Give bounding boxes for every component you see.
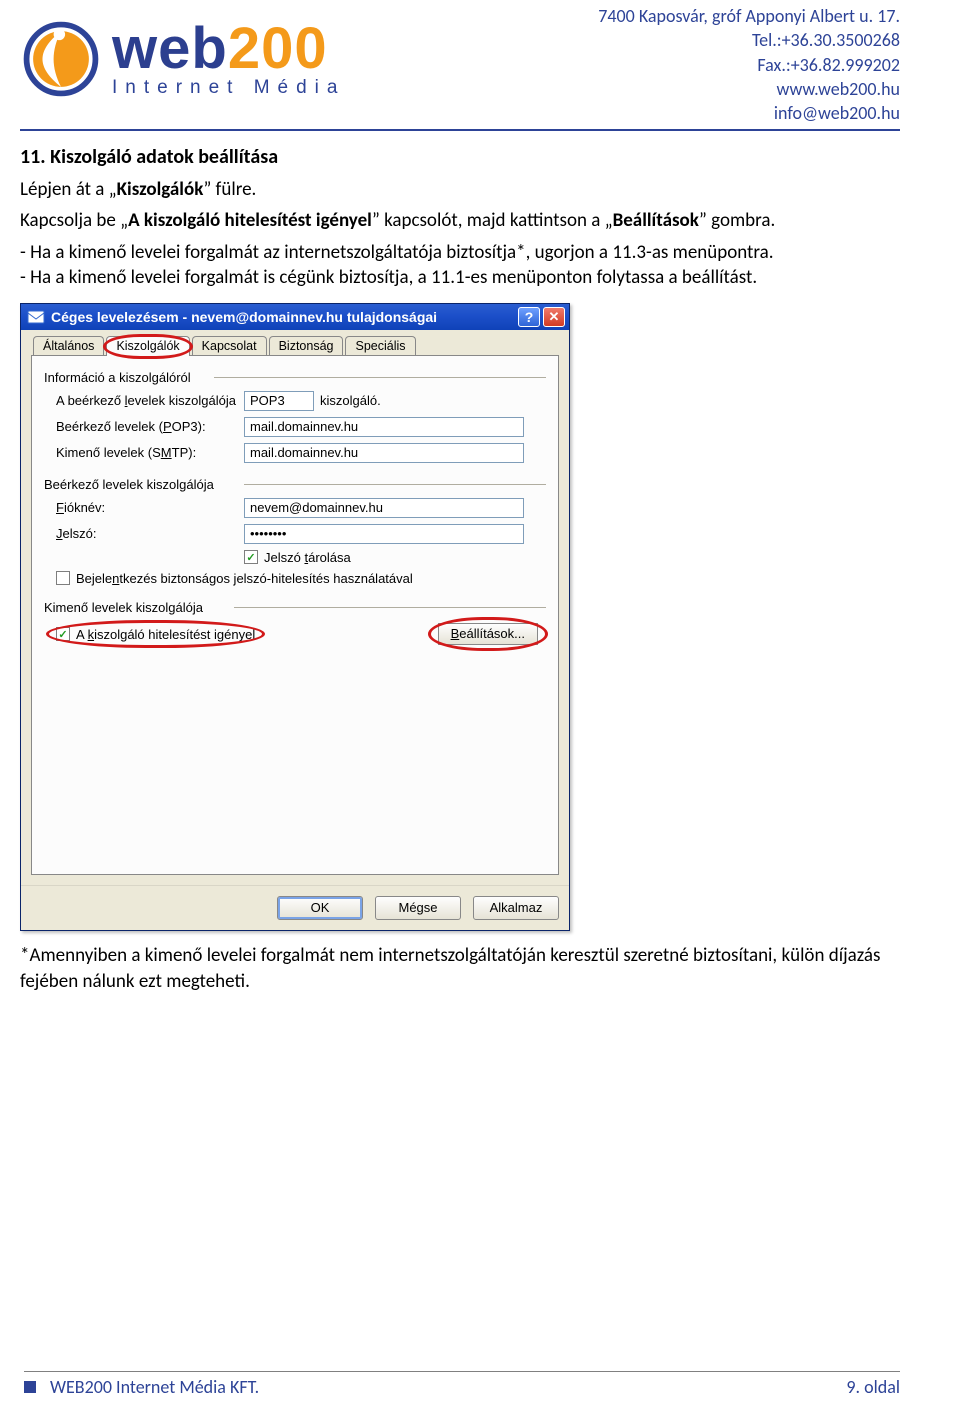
- spa-checkbox[interactable]: [56, 571, 70, 585]
- properties-dialog: Céges levelezésem - nevem@domainnev.hu t…: [20, 303, 570, 931]
- spa-row: Bejelentkezés biztonságos jelszó-hiteles…: [56, 571, 546, 586]
- tab-connection[interactable]: Kapcsolat: [192, 336, 267, 356]
- row-password: Jelszó: ••••••••: [44, 524, 546, 544]
- outgoing-auth-row: ✓ A kiszolgáló hitelesítést igényel: [56, 626, 255, 642]
- step-line-1: Lépjen át a „Kiszolgálók” fülre.: [20, 177, 900, 204]
- contact-address: 7400 Kaposvár, gróf Apponyi Albert u. 17…: [598, 4, 900, 28]
- help-button[interactable]: ?: [518, 307, 540, 327]
- dialog-titlebar[interactable]: Céges levelezésem - nevem@domainnev.hu t…: [21, 304, 569, 330]
- tab-servers[interactable]: Kiszolgálók: [106, 336, 189, 356]
- logo: web200 Internet Média: [20, 18, 345, 100]
- dialog-app-icon: [27, 308, 45, 326]
- row-pop3-server: Beérkező levelek (POP3): mail.domainnev.…: [44, 417, 546, 437]
- account-name-input[interactable]: nevem@domainnev.hu: [244, 498, 524, 518]
- footer-page-number: 9. oldal: [846, 1376, 900, 1398]
- footer-square-icon: [24, 1381, 36, 1393]
- logo-web-text: web: [112, 16, 228, 81]
- close-button[interactable]: ✕: [543, 307, 565, 327]
- settings-button[interactable]: Beállítások...: [438, 623, 538, 645]
- contact-web: www.web200.hu: [598, 77, 900, 101]
- header-divider: [20, 129, 900, 131]
- footnote: *Amennyiben a kimenő levelei forgalmát n…: [20, 943, 900, 996]
- smtp-server-input[interactable]: mail.domainnev.hu: [244, 443, 524, 463]
- incoming-type-field: POP3: [244, 391, 314, 411]
- row-smtp-server: Kimenő levelek (SMTP): mail.domainnev.hu: [44, 443, 546, 463]
- row-account-name: Fióknév: nevem@domainnev.hu: [44, 498, 546, 518]
- pop3-server-input[interactable]: mail.domainnev.hu: [244, 417, 524, 437]
- bullet-2: - Ha a kimenő levelei forgalmát is cégün…: [20, 266, 900, 289]
- remember-password-checkbox[interactable]: ✓: [244, 550, 258, 564]
- remember-password-row: ✓ Jelszó tárolása: [244, 550, 546, 565]
- servers-tab-panel: Információ a kiszolgálóról A beérkező le…: [31, 355, 559, 875]
- group-outgoing: Kimenő levelek kiszolgálója: [44, 600, 546, 615]
- contact-email: info@web200.hu: [598, 101, 900, 125]
- contact-tel: Tel.:+36.30.3500268: [598, 28, 900, 52]
- password-input[interactable]: ••••••••: [244, 524, 524, 544]
- row-incoming-type: A beérkező levelek kiszolgálója POP3 kis…: [44, 391, 546, 411]
- section-title: 11. Kiszolgáló adatok beállítása: [20, 145, 900, 169]
- contact-block: 7400 Kaposvár, gróf Apponyi Albert u. 17…: [598, 4, 900, 125]
- footer-company: WEB200 Internet Média KFT.: [50, 1376, 259, 1398]
- group-server-info: Információ a kiszolgálóról: [44, 370, 546, 385]
- contact-fax: Fax.:+36.82.999202: [598, 53, 900, 77]
- ok-button[interactable]: OK: [277, 896, 363, 920]
- tab-advanced[interactable]: Speciális: [345, 336, 415, 356]
- apply-button[interactable]: Alkalmaz: [473, 896, 559, 920]
- bullet-1: - Ha a kimenő levelei forgalmát az inter…: [20, 241, 900, 264]
- logo-subtitle: Internet Média: [112, 79, 345, 97]
- tab-general[interactable]: Általános: [33, 336, 104, 356]
- group-incoming-auth: Beérkező levelek kiszolgálója: [44, 477, 546, 492]
- dialog-title: Céges levelezésem - nevem@domainnev.hu t…: [51, 309, 515, 325]
- dialog-tabs: Általános Kiszolgálók Kapcsolat Biztonsá…: [31, 336, 559, 356]
- tab-security[interactable]: Biztonság: [269, 336, 344, 356]
- step-line-2: Kapcsolja be „A kiszolgáló hitelesítést …: [20, 208, 900, 235]
- outgoing-auth-checkbox[interactable]: ✓: [56, 627, 70, 641]
- dialog-button-row: OK Mégse Alkalmaz: [21, 885, 569, 930]
- cancel-button[interactable]: Mégse: [375, 896, 461, 920]
- logo-200-text: 200: [228, 16, 328, 81]
- logo-icon: [20, 18, 102, 100]
